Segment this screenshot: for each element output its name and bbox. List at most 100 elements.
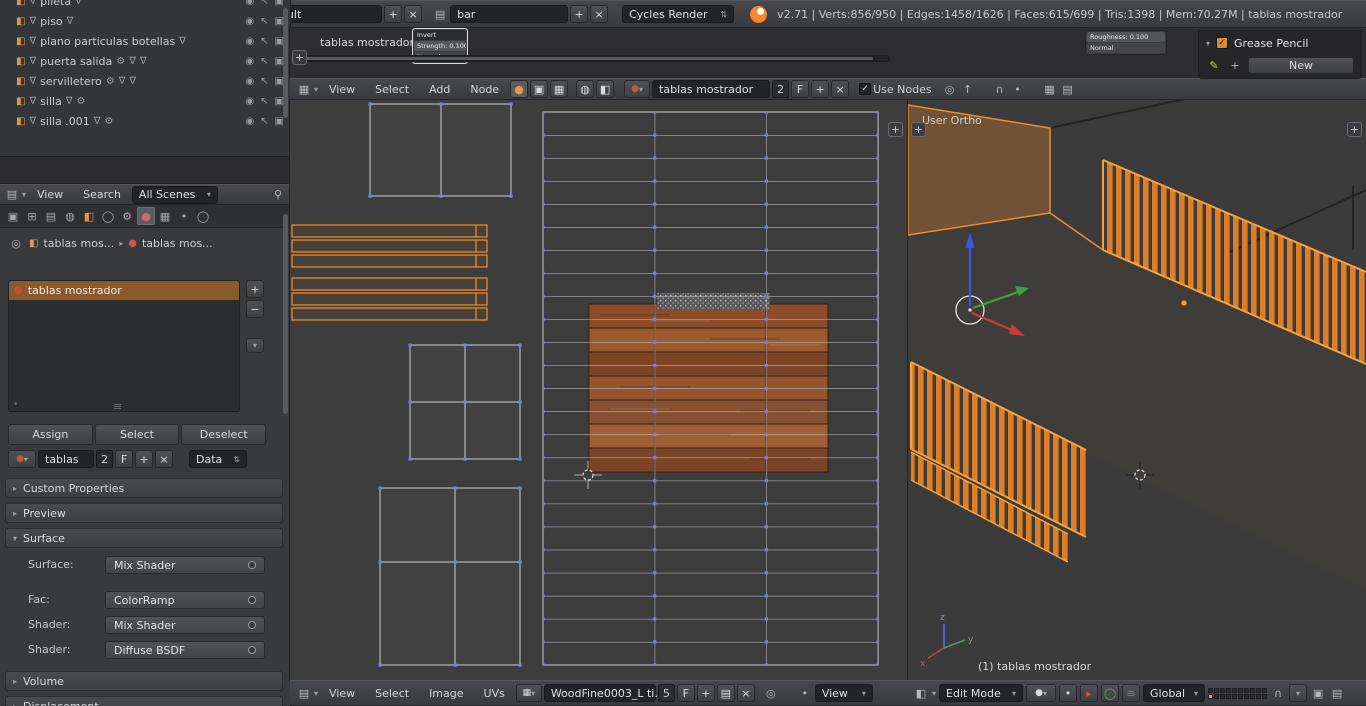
- shader2-select[interactable]: Diffuse BSDF: [105, 641, 265, 659]
- add-layout-button[interactable]: +: [384, 5, 403, 23]
- tab-object[interactable]: ◧: [80, 207, 98, 225]
- restrict-view-icon[interactable]: ◉: [245, 96, 254, 107]
- select-button[interactable]: Select: [94, 424, 180, 445]
- delete-layout-button[interactable]: ×: [404, 5, 423, 23]
- restrict-select-icon[interactable]: ↖: [260, 56, 268, 67]
- new-material-button[interactable]: +: [135, 450, 153, 468]
- orientation-select[interactable]: Global ▾: [1143, 684, 1206, 702]
- pin-icon[interactable]: ◎: [8, 235, 24, 251]
- uv-island-selected-bars[interactable]: [291, 224, 488, 321]
- node-menu-node[interactable]: Node: [461, 83, 508, 96]
- panel-surface[interactable]: ▾ Surface: [5, 528, 283, 548]
- image-name-field[interactable]: WoodFine0003_L ti...: [543, 684, 665, 702]
- material-users-count[interactable]: 2: [772, 80, 790, 98]
- use-nodes-checkbox[interactable]: ✓: [859, 83, 872, 95]
- outliner-item[interactable]: ◧ ∇ plano particulas botellas ∇ ◉ ↖ ▣: [0, 31, 290, 51]
- panel-custom-properties[interactable]: ▸ Custom Properties: [5, 478, 283, 498]
- scene-name-field[interactable]: bar: [450, 5, 569, 23]
- tab-world[interactable]: ◍: [61, 207, 79, 225]
- fake-user-button[interactable]: F: [115, 450, 133, 468]
- pack-image-button[interactable]: ▤: [716, 684, 735, 702]
- data-link-select[interactable]: Data ⇅: [189, 450, 247, 468]
- auto-render-icon[interactable]: ▤: [1060, 81, 1076, 97]
- panel-displacement[interactable]: ▸ Displacement: [5, 696, 283, 706]
- material-users-count[interactable]: 2: [96, 450, 113, 468]
- tab-constraints[interactable]: ◯: [99, 207, 117, 225]
- shader-nodes-toggle[interactable]: ●: [510, 80, 529, 98]
- pin-icon[interactable]: ◎: [763, 685, 779, 701]
- node-menu-add[interactable]: Add: [420, 83, 459, 96]
- unlink-image-button[interactable]: ×: [736, 684, 755, 702]
- add-scene-button[interactable]: +: [570, 5, 589, 23]
- opengl-render-icon[interactable]: ▣: [1310, 685, 1326, 701]
- unlink-material-button[interactable]: ×: [831, 80, 850, 98]
- properties-scrollbar[interactable]: [283, 214, 288, 414]
- backdrop-icon[interactable]: ▦: [1042, 81, 1058, 97]
- properties-editor-icon[interactable]: ▤: [4, 187, 20, 203]
- region-expand-button[interactable]: +: [1347, 122, 1362, 137]
- outliner-item[interactable]: ◧ ∇ silla ∇ ⚙ ◉ ↖ ▣: [0, 91, 290, 111]
- fac-select[interactable]: ColorRamp: [105, 591, 265, 609]
- surface-shader-select[interactable]: Mix Shader: [105, 556, 265, 574]
- material-browse-button[interactable]: ● ▾: [624, 80, 651, 98]
- snap-mode-icon[interactable]: •: [1010, 81, 1026, 97]
- outliner-item[interactable]: ◧ ∇ silla .001 ∇ ⚙ ◉ ↖ ▣: [0, 111, 290, 131]
- texture-nodes-toggle[interactable]: ▦: [550, 80, 569, 98]
- fake-user-button[interactable]: F: [676, 684, 695, 702]
- image-users-count[interactable]: 5: [657, 684, 675, 702]
- tab-render-layers[interactable]: ⊞: [23, 207, 41, 225]
- search-icon[interactable]: ⚲: [270, 187, 286, 203]
- outliner-item[interactable]: ◧ ∇ servilletero ⚙ ∇ ∇ ◉ ↖ ▣: [0, 71, 290, 91]
- glossy-node[interactable]: Roughness: 0.100 Normal: [1085, 30, 1167, 55]
- restrict-view-icon[interactable]: ◉: [245, 36, 254, 47]
- region-expand-button[interactable]: +: [888, 122, 903, 137]
- tab-scene[interactable]: ▤: [42, 207, 60, 225]
- restrict-view-icon[interactable]: ◉: [245, 56, 254, 67]
- manipulator-translate-button[interactable]: ▸: [1080, 684, 1099, 702]
- viewport-editor-icon[interactable]: ◧: [913, 685, 929, 701]
- image-browse-button[interactable]: ▦ ▾: [515, 684, 542, 702]
- snap-mode-button[interactable]: ▾: [1289, 684, 1308, 702]
- tab-modifiers[interactable]: ⚙: [118, 207, 136, 225]
- restrict-select-icon[interactable]: ↖: [260, 16, 268, 27]
- mode-select[interactable]: Edit Mode ▾: [939, 684, 1024, 702]
- restrict-select-icon[interactable]: ↖: [260, 36, 268, 47]
- outliner-item[interactable]: ◧ ∇ pileta ∇ ◉ ↖ ▣: [0, 0, 290, 11]
- material-name-field[interactable]: tablas: [38, 450, 94, 468]
- node-row[interactable]: Invert: [414, 30, 466, 40]
- node-editor-icon[interactable]: ▦: [296, 81, 312, 97]
- remove-slot-button[interactable]: −: [246, 300, 264, 318]
- new-image-button[interactable]: +: [696, 684, 715, 702]
- grease-pencil-new-button[interactable]: New: [1248, 56, 1354, 74]
- tab-render[interactable]: ▣: [4, 207, 22, 225]
- manipulator-scale-button[interactable]: ≡: [1122, 684, 1141, 702]
- node-editor-hscrollbar[interactable]: [300, 55, 890, 62]
- material-browse-button[interactable]: ● ▾: [8, 450, 36, 468]
- breadcrumb-material[interactable]: tablas mos...: [142, 237, 213, 250]
- layers-widget[interactable]: [1208, 687, 1268, 699]
- grease-pencil-checkbox[interactable]: ✓: [1216, 37, 1229, 49]
- opengl-anim-icon[interactable]: ▤: [1329, 685, 1345, 701]
- new-material-button[interactable]: +: [811, 80, 830, 98]
- restrict-view-icon[interactable]: ◉: [245, 76, 254, 87]
- shader1-select[interactable]: Mix Shader: [105, 616, 265, 634]
- add-slot-button[interactable]: +: [246, 280, 264, 298]
- grease-pencil-header[interactable]: ▾ ✓ Grease Pencil: [1199, 31, 1361, 55]
- uv-menu-image[interactable]: Image: [420, 687, 472, 700]
- restrict-view-icon[interactable]: ◉: [245, 16, 254, 27]
- uv-menu-uvs[interactable]: UVs: [475, 687, 514, 700]
- all-scenes-select[interactable]: All Scenes ▾: [131, 185, 218, 204]
- material-slot-selected[interactable]: ● tablas mostrador: [9, 281, 239, 300]
- slot-specials-button[interactable]: ▾: [246, 338, 264, 353]
- panel-preview[interactable]: ▸ Preview: [5, 503, 283, 523]
- shading-select[interactable]: ● ▾: [1026, 684, 1057, 702]
- outliner-item[interactable]: ◧ ∇ piso ∇ ◉ ↖ ▣: [0, 11, 290, 31]
- tab-physics[interactable]: ◯: [194, 207, 212, 225]
- compositing-nodes-toggle[interactable]: ▣: [530, 80, 549, 98]
- properties-menu-view[interactable]: View: [28, 188, 72, 201]
- tab-particles[interactable]: •: [175, 207, 193, 225]
- node-menu-select[interactable]: Select: [366, 83, 418, 96]
- restrict-select-icon[interactable]: ↖: [260, 0, 268, 7]
- restrict-render-icon[interactable]: ▣: [275, 0, 284, 7]
- restrict-select-icon[interactable]: ↖: [260, 76, 268, 87]
